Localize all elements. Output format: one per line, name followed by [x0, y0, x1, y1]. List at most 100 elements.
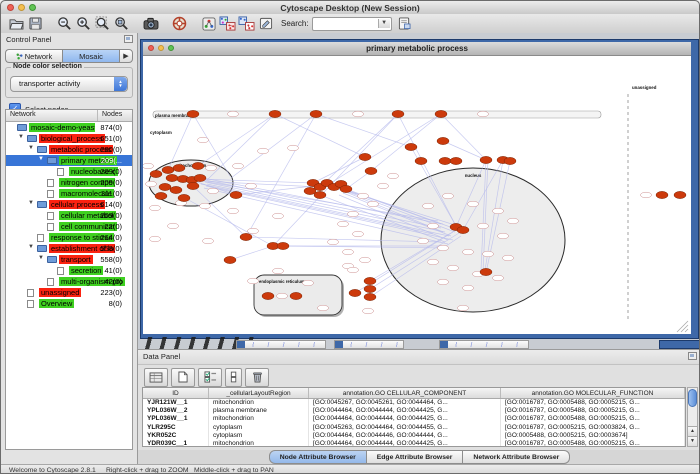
graph-node[interactable] [458, 305, 469, 311]
table-cell[interactable]: [GO:0005488, GO:0005215, GO:0003674] [501, 432, 685, 440]
save-session-button[interactable] [27, 16, 44, 32]
graph-node[interactable] [203, 238, 214, 244]
annotation-button[interactable] [257, 16, 274, 32]
graph-node-selected[interactable] [162, 166, 174, 173]
network-tree-row[interactable]: ▼primary metabol209(... [6, 155, 132, 166]
graph-edge[interactable] [231, 114, 316, 178]
graph-node-selected[interactable] [480, 156, 492, 163]
network-tree-row[interactable]: multi-organism pro42(0) [6, 276, 132, 287]
table-vertical-scrollbar[interactable]: ▲ ▼ [687, 387, 698, 447]
graph-node-selected[interactable] [159, 183, 171, 190]
table-cell[interactable]: YPL036W__1 [143, 415, 209, 423]
graph-node-selected[interactable] [314, 191, 326, 198]
graph-node[interactable] [150, 205, 161, 211]
graph-node[interactable] [258, 148, 269, 154]
graph-node[interactable] [368, 201, 379, 207]
graph-node-selected[interactable] [415, 157, 427, 164]
tree-column-nodes[interactable]: Nodes [98, 110, 132, 121]
table-column-header[interactable]: _cellularLayoutRegion [209, 388, 309, 398]
tree-expand-arrow[interactable]: ▼ [28, 145, 34, 151]
graph-node-selected[interactable] [364, 293, 376, 300]
table-cell[interactable]: mitochondrion [209, 440, 309, 447]
float-data-panel-icon[interactable] [688, 352, 697, 360]
minimized-network-window[interactable] [439, 340, 529, 349]
graph-node[interactable] [423, 203, 434, 209]
table-cell[interactable]: [GO:0044464, GO:0044444, GO:0044425, G..… [309, 407, 501, 415]
graph-node-selected[interactable] [187, 110, 199, 117]
graph-node-selected[interactable] [437, 137, 449, 144]
scroll-down-arrow[interactable]: ▼ [688, 436, 697, 446]
graph-node[interactable] [353, 231, 364, 237]
table-cell[interactable]: [GO:0044464, GO:0044446, GO:0044444, G..… [309, 432, 501, 440]
tab-overflow-arrow[interactable]: ▶ [119, 49, 133, 63]
graph-node[interactable] [448, 265, 459, 271]
graph-node-selected[interactable] [277, 242, 289, 249]
graph-node[interactable] [353, 111, 364, 117]
network-tree-row[interactable]: ▼cellular process614(0) [6, 199, 132, 210]
graph-node[interactable] [233, 163, 244, 169]
table-cell[interactable]: mitochondrion [209, 415, 309, 423]
table-column-header[interactable]: annotation.GO MOLECULAR_FUNCTION [501, 388, 685, 398]
graph-node[interactable] [318, 305, 329, 311]
select-attributes-button[interactable] [198, 368, 222, 387]
tab-network-attribute-browser[interactable]: Network Attribute Browser [463, 450, 570, 464]
graph-node[interactable] [438, 279, 449, 285]
open-session-button[interactable] [8, 16, 25, 32]
tree-expand-arrow[interactable]: ▼ [28, 200, 34, 206]
graph-node[interactable] [483, 251, 494, 257]
graph-node[interactable] [198, 137, 209, 143]
graph-node[interactable] [228, 111, 239, 117]
resize-grip[interactable] [681, 325, 688, 332]
table-cell[interactable]: [GO:0016787, GO:0005488, GO:0005215, G..… [501, 440, 685, 447]
help-lifering-button[interactable] [171, 16, 188, 32]
copy-network-style-button[interactable] [219, 16, 236, 32]
graph-node[interactable] [498, 233, 509, 239]
network-window-title-bar[interactable]: primary metabolic process [143, 42, 691, 56]
table-cell[interactable]: [GO:0045267, GO:0045261, GO:0044464, G..… [309, 399, 501, 407]
graph-node[interactable] [428, 223, 439, 229]
graph-node-selected[interactable] [194, 174, 206, 181]
graph-node[interactable] [348, 267, 359, 273]
network-tree-row[interactable]: cellular metabol209(0) [6, 210, 132, 221]
graph-node[interactable] [200, 203, 211, 209]
new-attribute-button[interactable] [171, 368, 195, 387]
graph-node[interactable] [208, 188, 219, 194]
graph-node[interactable] [641, 192, 652, 198]
graph-node[interactable] [438, 245, 449, 251]
graph-node-selected[interactable] [656, 191, 668, 198]
graph-node-selected[interactable] [150, 170, 162, 177]
graph-node[interactable] [277, 293, 288, 299]
graph-node-selected[interactable] [269, 110, 281, 117]
graph-edge[interactable] [230, 246, 273, 260]
table-row[interactable]: YPL036W__2plasma membrane[GO:0044464, GO… [143, 407, 685, 415]
table-cell[interactable]: YDR039C__1 [143, 440, 209, 447]
network-tree-row[interactable]: response to stimul264(0) [6, 232, 132, 243]
graph-node-selected[interactable] [192, 162, 204, 169]
graph-node[interactable] [343, 249, 354, 255]
graph-node-selected[interactable] [178, 194, 190, 201]
minimized-network-window[interactable] [334, 340, 404, 349]
table-column-header[interactable]: ID [143, 388, 209, 398]
network-tree-row[interactable]: ▼biological_process651(0) [6, 133, 132, 144]
graph-node[interactable] [228, 208, 239, 214]
scrollbar-thumb[interactable] [688, 389, 697, 407]
tree-column-network[interactable]: Network [6, 110, 98, 121]
table-cell[interactable]: [GO:0045263, GO:0044464, GO:0044455, G..… [309, 424, 501, 432]
table-row[interactable]: YKR052Ccytoplasm[GO:0044464, GO:0044446,… [143, 432, 685, 440]
network-graph[interactable]: plasma membranecytoplasmmitochondrionnuc… [143, 56, 690, 334]
network-tree-row[interactable]: secretion41(0) [6, 265, 132, 276]
float-panel-icon[interactable] [124, 35, 133, 43]
network-tree-row[interactable]: macromolecule311(0) [6, 188, 132, 199]
table-row[interactable]: YDR039C__1mitochondrion[GO:0044464, GO:0… [143, 440, 685, 447]
graph-node-selected[interactable] [166, 174, 178, 181]
graph-node[interactable] [248, 278, 259, 284]
graph-node[interactable] [443, 193, 454, 199]
graph-node[interactable] [150, 236, 161, 242]
table-cell[interactable]: [GO:0044464, GO:0044444, GO:0044425, G..… [309, 415, 501, 423]
graph-node-selected[interactable] [365, 167, 377, 174]
graph-node[interactable] [478, 223, 489, 229]
graph-edge[interactable] [273, 114, 398, 246]
network-tree-row[interactable]: nucleobase-c209(0) [6, 166, 132, 177]
graph-node[interactable] [338, 221, 349, 227]
graph-node-selected[interactable] [457, 226, 469, 233]
